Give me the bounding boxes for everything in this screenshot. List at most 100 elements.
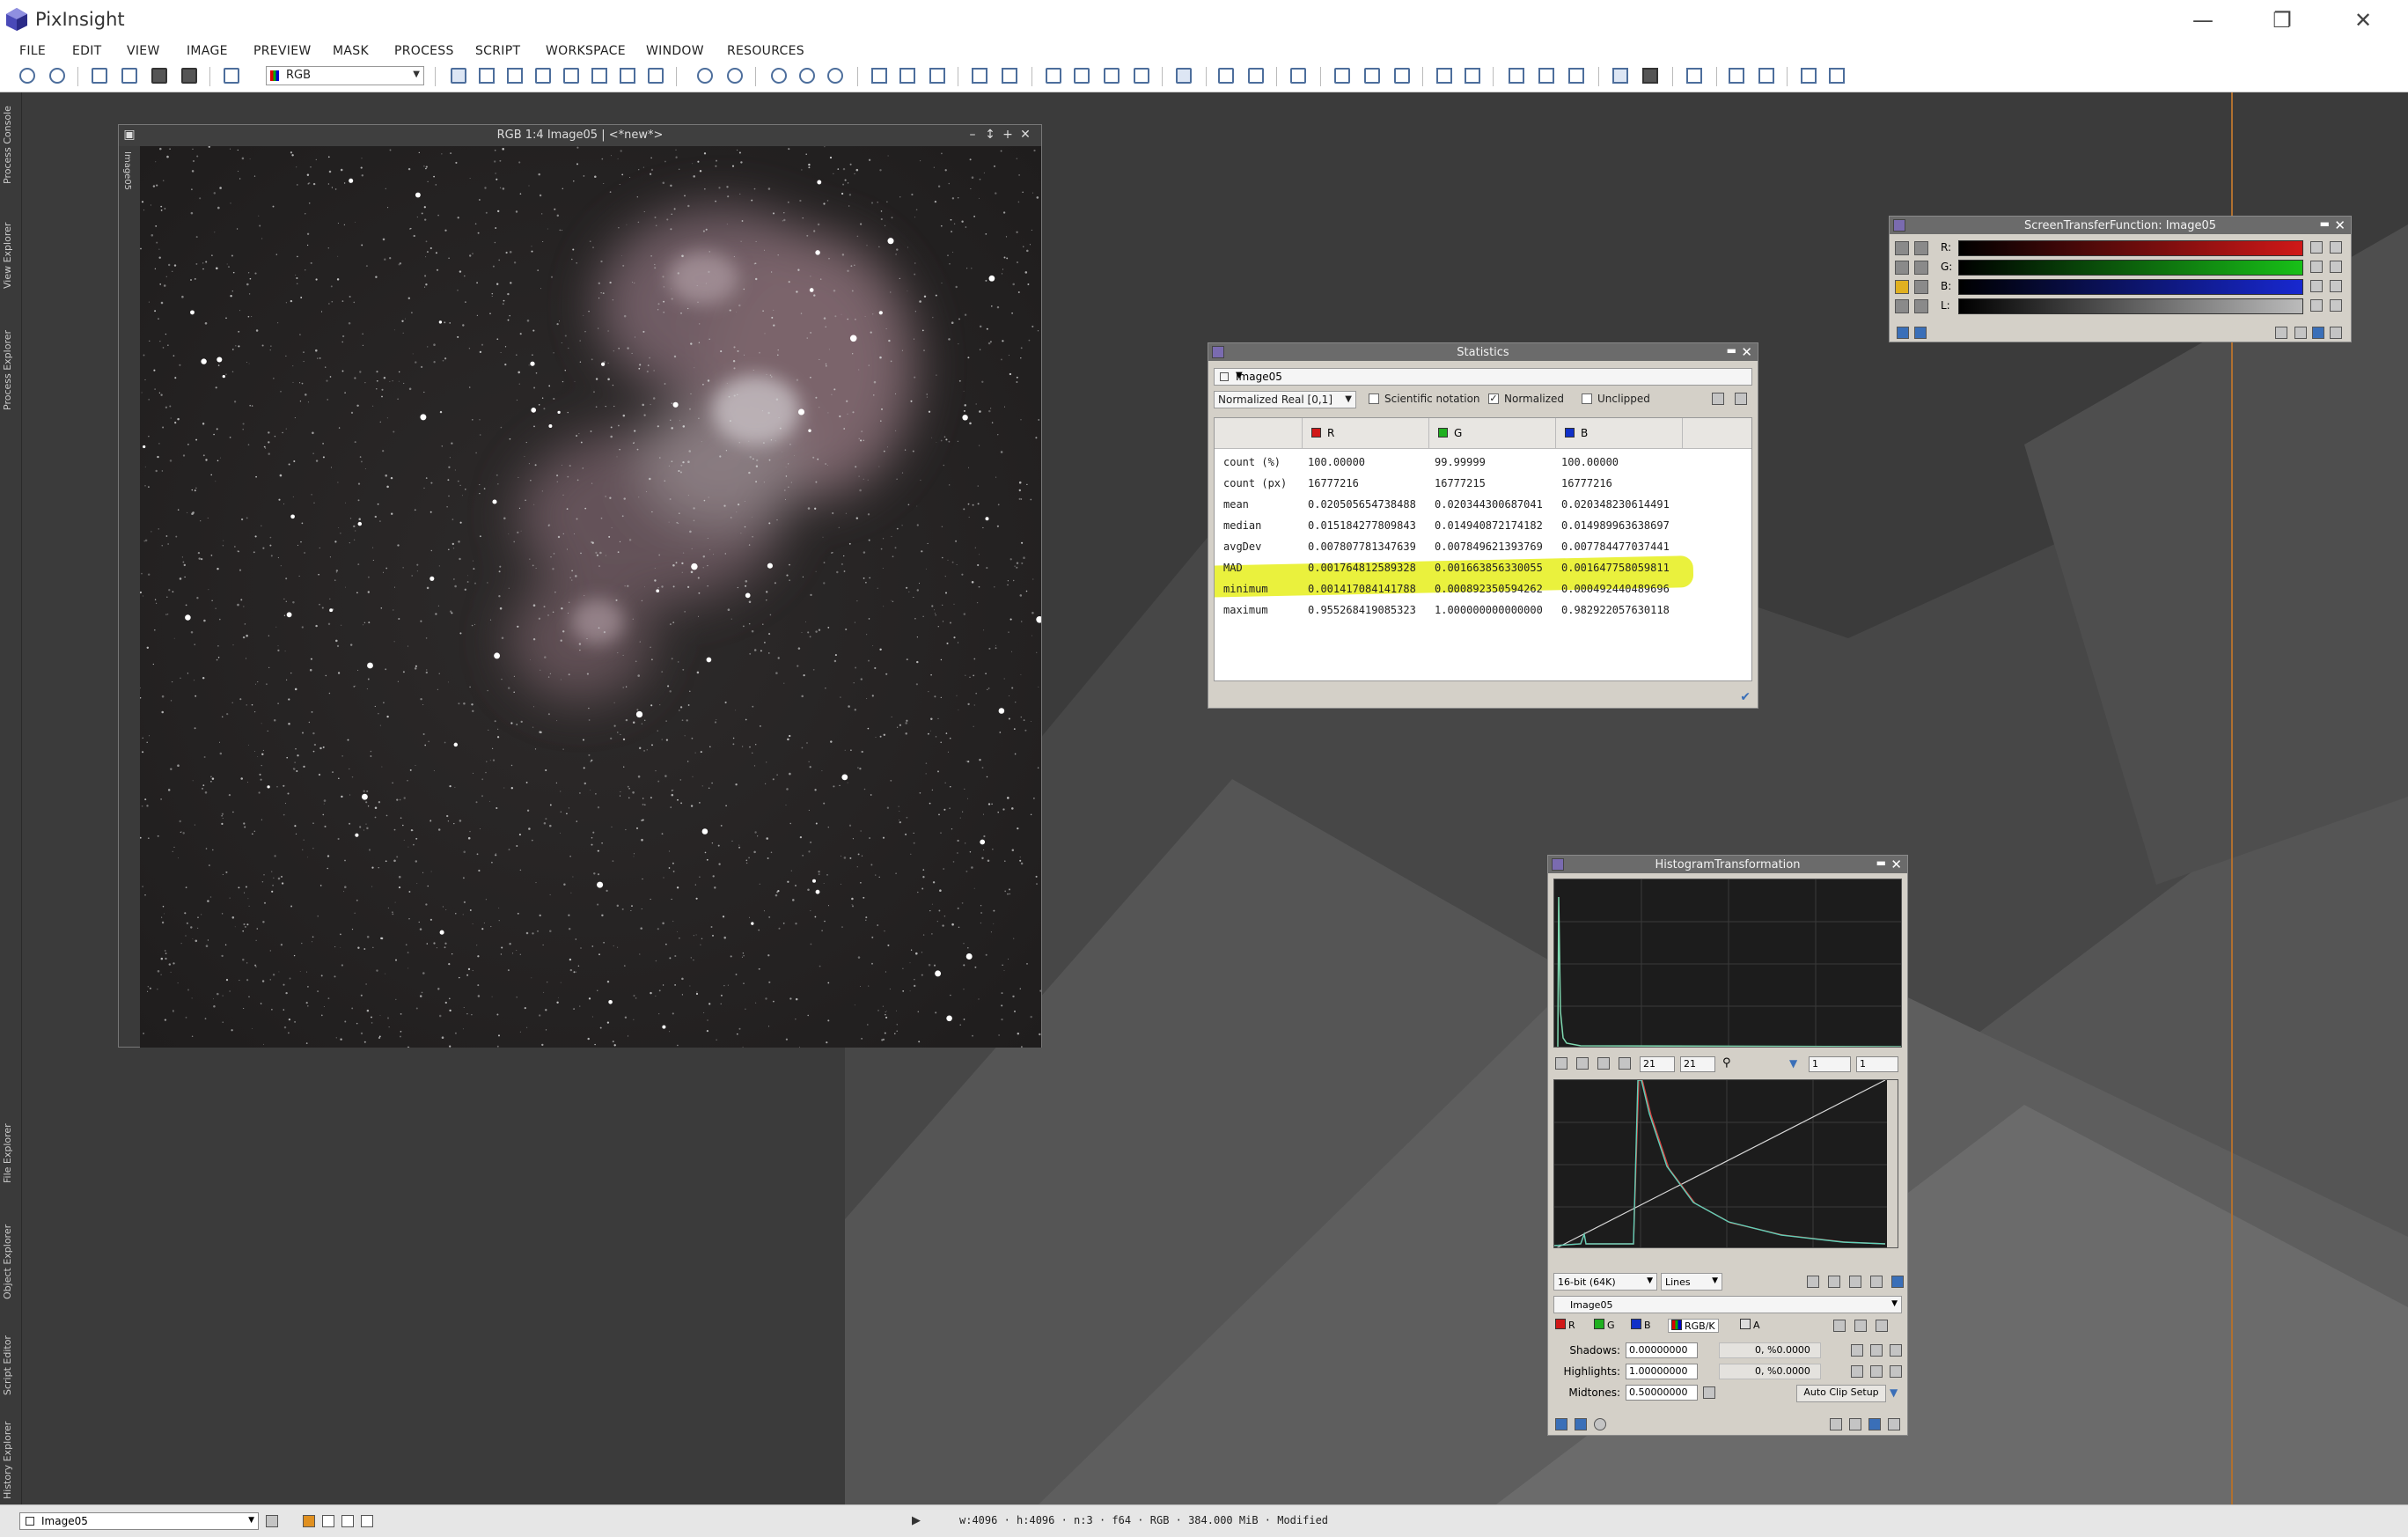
target-icon[interactable] [2330,261,2342,273]
restore-button[interactable]: ❐ [2251,4,2313,37]
shrink-icon[interactable] [1002,68,1017,84]
new-instance-icon[interactable] [1897,327,1909,339]
reset-icon[interactable] [1703,1386,1715,1399]
scientific-notation-checkbox[interactable] [1369,393,1379,404]
view-mode-2-icon[interactable] [1828,1276,1840,1288]
statistics-format-select[interactable]: Normalized Real [0,1] ▼ [1214,391,1356,408]
view-mode-4-icon[interactable] [1870,1276,1883,1288]
pan-icon[interactable] [535,68,551,84]
midtones-input[interactable]: 0.50000000 [1626,1385,1698,1401]
pin-icon[interactable]: ▬ [1876,857,1886,869]
dock-tab-process-explorer[interactable]: Process Explorer [2,313,19,427]
shadows-input[interactable]: 0.00000000 [1626,1342,1698,1358]
resolution-select[interactable]: 16-bit (64K) ▼ [1553,1273,1657,1291]
fit-view-icon[interactable] [507,68,523,84]
new-image-icon[interactable] [92,68,107,84]
menu-mask[interactable]: MASK [333,44,369,58]
minimize-icon[interactable]: – [965,128,980,142]
view-mode-5-icon[interactable] [1891,1276,1904,1288]
zoom-icon[interactable]: ⚲ [1722,1057,1735,1070]
fit-icon[interactable] [1576,1057,1589,1070]
fit-window-icon[interactable] [871,68,887,84]
redo-icon[interactable] [49,68,65,84]
close-icon[interactable]: ✕ [1018,128,1032,142]
spinner-b[interactable]: 1 [1856,1056,1898,1072]
apply-global-icon[interactable] [1914,327,1927,339]
channel-rgbk-button[interactable]: RGB/K [1668,1319,1719,1333]
dock-tab-process-console[interactable]: Process Console [2,92,19,198]
monitor-icon[interactable] [2330,299,2342,312]
histogram-icon[interactable] [1851,1365,1863,1378]
zoom-in-icon[interactable] [697,68,713,84]
color-white-1-icon[interactable] [322,1515,334,1527]
image-id-tab[interactable]: Image05 [122,151,132,190]
histogram-titlebar[interactable]: HistogramTransformation ▬ ✕ [1548,856,1907,873]
apply-check-icon[interactable]: ✔ [1740,690,1751,704]
reset-icon[interactable] [1890,1344,1902,1357]
layout-1-icon[interactable] [1436,68,1452,84]
expand-icon[interactable] [1597,1057,1610,1070]
view-mode-1-icon[interactable] [1807,1276,1819,1288]
menu-view[interactable]: VIEW [127,44,160,58]
move-icon[interactable] [1619,1057,1631,1070]
channel-r-icon[interactable] [1334,68,1350,84]
save-icon[interactable] [1849,1418,1861,1430]
tile-3-icon[interactable] [1568,68,1584,84]
statistics-view-select[interactable]: Image05 ▼ [1214,368,1752,386]
monitor-2-icon[interactable] [1642,68,1658,84]
browse-doc-icon[interactable] [2275,327,2287,339]
new-instance-icon[interactable] [1555,1418,1567,1430]
zoom-in-icon[interactable] [1914,261,1928,275]
histogram-window[interactable]: HistogramTransformation ▬ ✕ 21 21 ⚲ ▼ 1 … [1547,855,1908,1436]
color-mode-select[interactable]: RGB ▼ [266,66,424,85]
undo-icon[interactable] [19,68,35,84]
reset-icon[interactable] [2310,299,2323,312]
dock-tab-view-explorer[interactable]: View Explorer [2,207,19,304]
stf-window[interactable]: ScreenTransferFunction: Image05 ▬ ✕ R: G… [1889,216,2352,342]
zoom-h-spinner[interactable]: 21 [1640,1056,1675,1072]
stf-slider-r[interactable] [1958,240,2303,256]
mask-show-icon[interactable] [1074,68,1090,84]
statistics-titlebar[interactable]: Statistics ▬ ✕ [1208,343,1758,361]
tile-2-icon[interactable] [1538,68,1554,84]
display-icon[interactable] [929,68,945,84]
reset-icon[interactable] [1888,1418,1900,1430]
maximize-icon[interactable]: + [1001,128,1015,142]
channel-r-button[interactable]: R [1555,1319,1575,1331]
workspace-3-icon[interactable] [1758,68,1774,84]
menu-process[interactable]: PROCESS [394,44,454,58]
arrows-icon[interactable] [1914,299,1928,313]
channel-g-button[interactable]: G [1594,1319,1615,1331]
gear-icon[interactable] [2330,241,2342,254]
menu-script[interactable]: SCRIPT [475,44,520,58]
zoom-fit-icon[interactable] [479,68,495,84]
pin-icon[interactable]: ▬ [1727,344,1736,357]
zoom-v-spinner[interactable]: 21 [1680,1056,1715,1072]
chevron-down-icon[interactable]: ▼ [1789,1057,1802,1070]
menu-workspace[interactable]: WORKSPACE [546,44,626,58]
tile-1-icon[interactable] [1509,68,1524,84]
pointer-icon[interactable] [1914,241,1928,255]
center-icon[interactable] [563,68,579,84]
stf-auto-icon[interactable] [1218,68,1234,84]
output-histogram[interactable] [1553,1079,1898,1248]
zoom-out-icon[interactable] [727,68,743,84]
link-icon[interactable] [1895,241,1909,255]
mask-icon[interactable] [1046,68,1061,84]
layout-2-icon[interactable] [1465,68,1480,84]
save-icon[interactable] [151,68,167,84]
image-window[interactable]: RGB 1:4 Image05 | <*new*> ▣ – ↕ + ✕ Imag… [118,124,1042,1048]
reset-icon[interactable] [2310,241,2323,254]
stf-icon[interactable] [1176,68,1192,84]
color-white-3-icon[interactable] [361,1515,373,1527]
close-icon[interactable]: ✕ [1890,857,1902,872]
wrench-icon[interactable] [1895,299,1909,313]
histogram-icon[interactable] [1870,1344,1883,1357]
save-icon[interactable] [2294,327,2307,339]
apply-global-icon[interactable] [1575,1418,1587,1430]
image-window-titlebar[interactable]: RGB 1:4 Image05 | <*new*> ▣ – ↕ + ✕ [119,125,1041,146]
gear-icon[interactable] [1854,1320,1867,1332]
crosshair-icon[interactable] [1833,1320,1846,1332]
explorer-2-icon[interactable] [1829,68,1845,84]
reset-icon[interactable] [2310,261,2323,273]
